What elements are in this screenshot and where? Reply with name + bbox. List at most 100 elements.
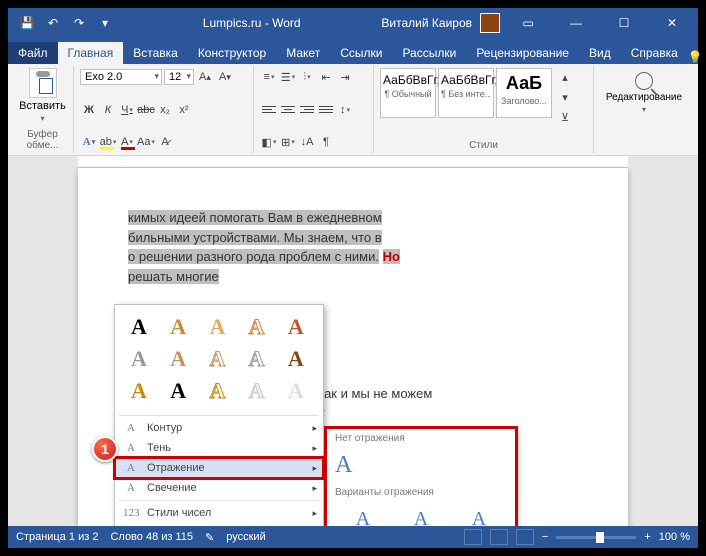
underline-button[interactable]: Ч (118, 101, 136, 119)
ribbon: Вставить ▾ Буфер обме... Exo 2.0 12 A▴ A… (8, 64, 698, 156)
zoom-slider[interactable] (556, 536, 636, 539)
zoom-level[interactable]: 100 % (659, 531, 690, 543)
menu-reflection[interactable]: AОтражение▸ (115, 458, 323, 478)
preset-a[interactable]: A (162, 313, 194, 341)
sb-language[interactable]: русский (226, 531, 265, 543)
borders-button[interactable]: ⊞ (279, 133, 297, 151)
italic-button[interactable]: К (99, 101, 117, 119)
align-center-button[interactable] (279, 101, 297, 119)
subscript-button[interactable]: x₂ (156, 101, 174, 119)
view-web-icon[interactable] (516, 529, 534, 545)
preset-a[interactable]: A (280, 345, 312, 373)
increase-indent-button[interactable]: ⇥ (336, 68, 354, 86)
tab-help[interactable]: Справка (621, 42, 688, 64)
tell-me-icon[interactable]: 💡 (688, 50, 703, 64)
sb-spell-icon[interactable]: ✎ (205, 531, 214, 544)
superscript-button[interactable]: x² (175, 101, 193, 119)
decrease-indent-button[interactable]: ⇤ (317, 68, 335, 86)
view-read-icon[interactable] (464, 529, 482, 545)
menu-shadow[interactable]: AТень▸ (115, 438, 323, 458)
reflection-variant[interactable]: AA (395, 508, 447, 526)
tab-design[interactable]: Конструктор (188, 42, 276, 64)
autosave-icon[interactable]: 💾 (16, 12, 38, 34)
shrink-font-button[interactable]: A▾ (216, 68, 234, 86)
editing-button[interactable]: Редактирование ▾ (600, 68, 688, 118)
maximize-icon[interactable]: ☐ (604, 8, 644, 38)
tab-file[interactable]: Файл (8, 42, 58, 64)
reflection-variant[interactable]: AA (453, 508, 505, 526)
preset-a[interactable]: A (280, 377, 312, 405)
body-text: о решении разного рода проблем с ними. (128, 249, 379, 264)
tab-layout[interactable]: Макет (276, 42, 330, 64)
change-case-button[interactable]: Aa (137, 133, 155, 151)
bold-button[interactable]: Ж (80, 101, 98, 119)
titlebar: 💾 ↶ ↷ ▾ Lumpics.ru - Word Виталий Каиров… (8, 8, 698, 38)
align-left-button[interactable] (260, 101, 278, 119)
clear-format-button[interactable]: A̷ (156, 133, 174, 151)
preset-a[interactable]: A (241, 313, 273, 341)
tab-review[interactable]: Рецензирование (466, 42, 579, 64)
group-clipboard: Буфер обме... (18, 127, 67, 151)
avatar[interactable] (480, 13, 500, 33)
font-color-button[interactable]: A (118, 133, 136, 151)
menu-glow[interactable]: AСвечение▸ (115, 478, 323, 498)
style-heading1[interactable]: АаБ Заголово... (496, 68, 552, 118)
ruler[interactable] (78, 156, 628, 168)
sb-page[interactable]: Страница 1 из 2 (16, 531, 98, 543)
text-effects-button[interactable]: A (80, 133, 98, 151)
bullets-button[interactable]: ≡ (260, 68, 278, 86)
preset-a[interactable]: A (280, 313, 312, 341)
menu-outline[interactable]: AКонтур▸ (115, 418, 323, 438)
redo-icon[interactable]: ↷ (68, 12, 90, 34)
minimize-icon[interactable]: — (556, 8, 596, 38)
qat-customize-icon[interactable]: ▾ (94, 12, 116, 34)
close-icon[interactable]: ✕ (652, 8, 692, 38)
menu-ligatures[interactable]: fiЛигатуры▸ (115, 523, 323, 526)
styles-down-icon[interactable]: ▾ (556, 88, 574, 106)
tab-view[interactable]: Вид (579, 42, 621, 64)
menu-number-styles[interactable]: 123Стили чисел▸ (115, 503, 323, 523)
multilevel-button[interactable]: ⫶ (298, 68, 316, 86)
styles-up-icon[interactable]: ▴ (556, 68, 574, 86)
reflection-variant[interactable]: AA (337, 508, 389, 526)
sort-button[interactable]: ↓A (298, 133, 316, 151)
styles-more-icon[interactable]: ⊻ (556, 108, 574, 126)
preset-a[interactable]: A (241, 345, 273, 373)
preset-a[interactable]: A (123, 313, 155, 341)
justify-button[interactable] (317, 101, 335, 119)
sb-words[interactable]: Слово 48 из 115 (110, 531, 193, 543)
preset-a[interactable]: A (201, 377, 233, 405)
preset-a[interactable]: A (162, 377, 194, 405)
line-spacing-button[interactable]: ↕ (336, 101, 354, 119)
tab-references[interactable]: Ссылки (330, 42, 392, 64)
shading-button[interactable]: ◧ (260, 133, 278, 151)
tab-insert[interactable]: Вставка (123, 42, 188, 64)
strike-button[interactable]: abc (137, 101, 155, 119)
show-marks-button[interactable]: ¶ (317, 133, 335, 151)
preset-a[interactable]: A (162, 345, 194, 373)
view-print-icon[interactable] (490, 529, 508, 545)
zoom-out-button[interactable]: − (542, 531, 548, 543)
ribbon-display-icon[interactable]: ▭ (508, 8, 548, 38)
style-normal[interactable]: АаБбВвГг, ¶ Обычный (380, 68, 436, 118)
font-size-combo[interactable]: 12 (164, 69, 194, 85)
style-nospacing[interactable]: АаБбВвГг, ¶ Без инте... (438, 68, 494, 118)
tab-mailings[interactable]: Рассылки (392, 42, 466, 64)
preset-a[interactable]: A (241, 377, 273, 405)
paste-button[interactable]: Вставить ▾ (18, 68, 67, 123)
undo-icon[interactable]: ↶ (42, 12, 64, 34)
zoom-in-button[interactable]: + (644, 531, 650, 543)
grow-font-button[interactable]: A▴ (196, 68, 214, 86)
preset-a[interactable]: A (123, 345, 155, 373)
preset-a[interactable]: A (201, 313, 233, 341)
body-text: Но (383, 249, 400, 264)
preset-a[interactable]: A (123, 377, 155, 405)
styles-gallery[interactable]: АаБбВвГг, ¶ Обычный АаБбВвГг, ¶ Без инте… (380, 68, 587, 126)
reflection-none-item[interactable]: A (327, 448, 515, 483)
font-name-combo[interactable]: Exo 2.0 (80, 69, 162, 85)
tab-home[interactable]: Главная (58, 42, 124, 64)
align-right-button[interactable] (298, 101, 316, 119)
numbering-button[interactable]: ☰ (279, 68, 297, 86)
highlight-button[interactable]: ab (99, 133, 117, 151)
preset-a[interactable]: A (201, 345, 233, 373)
